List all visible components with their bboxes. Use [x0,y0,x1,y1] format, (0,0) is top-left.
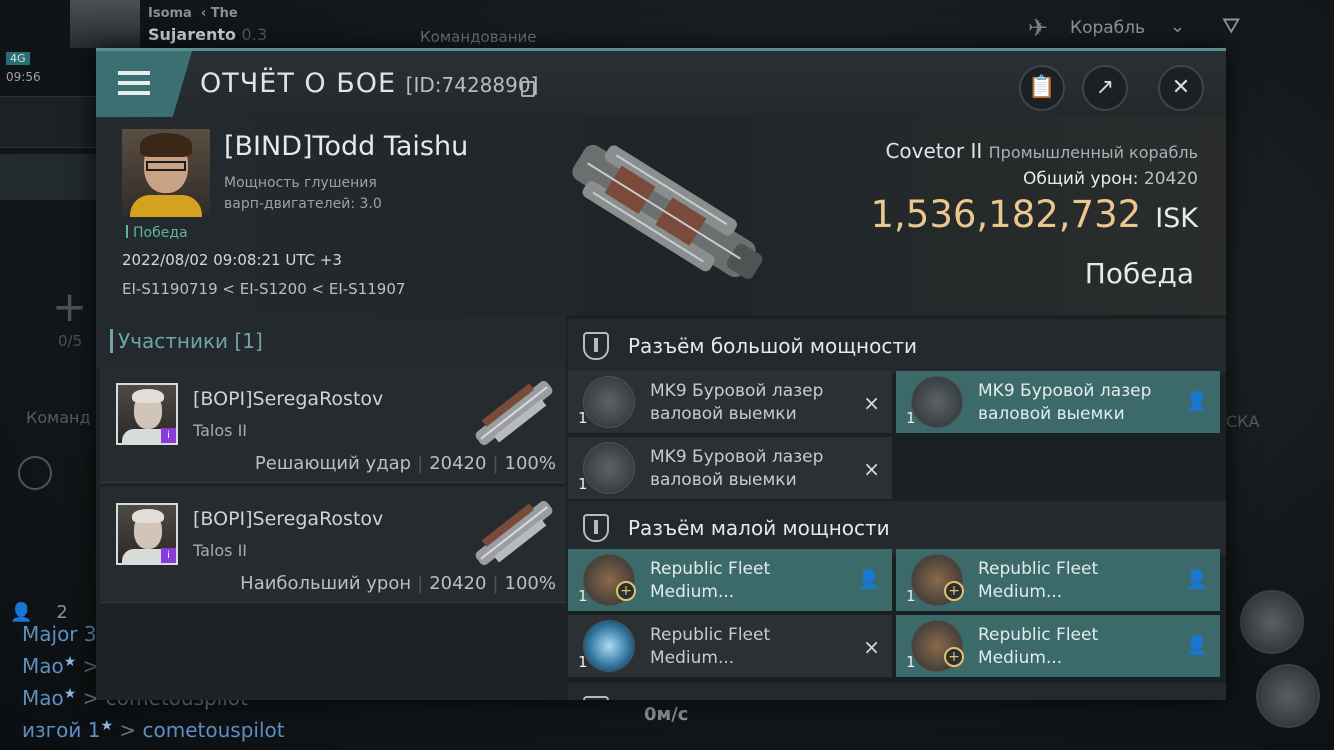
fittings-panel: Разъём большой мощности 1 MK9 Буровой ла… [568,315,1226,700]
module-icon: + [911,554,964,606]
module-slot[interactable]: + 1 Republic Fleet Medium... 👤 [896,549,1220,611]
mining-laser-icon [911,376,963,428]
dropped-icon: 👤 [1185,635,1208,656]
dropped-icon: 👤 [1185,569,1208,590]
chat-line: Mao★ > [22,654,100,678]
network-badge: 4G [6,52,30,65]
participant-avatar[interactable]: i [116,503,178,565]
chat-line: Major 3 [22,622,97,646]
clock: 09:56 [6,70,41,84]
dropped-icon: 👤 [1185,391,1208,412]
module-icon: + [911,620,964,672]
dialog-header: ОТЧЁТ О БОЕ [ID:7428890] 📋 ↗ ✕ [96,51,1226,117]
participant-row[interactable]: i [BOPI]SeregaRostov Talos II Решающий у… [100,367,566,483]
background-side-tabs [0,154,96,200]
victim-panel: [BIND]Todd Taishu Мощность глушения варп… [96,117,1226,315]
chat-line: изгой 1★ > cometouspilot [22,718,285,742]
chevron-down-icon[interactable]: ⌄ [1170,16,1185,37]
participant-ship: Talos II [193,421,248,440]
total-damage: Общий урон: 20420 [1023,169,1198,189]
participant-name: [BOPI]SeregaRostov [193,388,384,410]
destroyed-icon: × [863,391,880,415]
status-badge: Победа [126,225,188,241]
destroyed-icon: × [863,457,880,481]
module-button[interactable] [1240,590,1304,654]
add-icon[interactable]: + [52,282,87,331]
share-icon: ↗ [1095,75,1115,100]
clipboard-icon: 📋 [1028,75,1056,100]
dialog-title: ОТЧЁТ О БОЕ [ID:7428890] [200,68,539,99]
participant-name: [BOPI]SeregaRostov [193,508,384,530]
background-side-command: Команд [26,408,91,427]
battle-report-dialog: ОТЧЁТ О БОЕ [ID:7428890] 📋 ↗ ✕ [BIND]Tod… [96,48,1226,700]
module-icon: + [583,554,636,606]
close-icon: ✕ [1171,75,1191,100]
participant-stats: Наибольший урон | 20420 | 100% [240,573,556,594]
victim-avatar[interactable] [122,129,210,217]
module-icon [583,620,635,672]
background-pilot-name: Sujarento 0.3 [148,25,267,44]
background-ship-label[interactable]: Корабль [1070,18,1145,38]
destroyed-icon: × [863,635,880,659]
victim-ship-name[interactable]: Covetor II Промышленный корабль [885,139,1198,163]
background-pilot-name-top: Isoma ‹ The [148,6,238,21]
background-side-right: СКА [1226,412,1260,431]
mining-laser-icon [583,442,635,494]
mining-laser-icon [583,376,635,428]
module-button[interactable] [1256,664,1320,728]
copy-icon[interactable] [521,81,535,97]
background-portrait [70,0,140,48]
game-screen: Isoma ‹ The Sujarento 0.3 4G 09:56 Коман… [0,0,1334,750]
corp-badge-icon: i [161,428,176,443]
corp-badge-icon: i [161,548,176,563]
background-side-panel [0,96,96,148]
module-slot[interactable]: 1 MK9 Буровой лазер валовой выемки 👤 [896,371,1220,433]
battle-location: EI-S1190719 < EI-S1200 < EI-S11907 [122,280,406,298]
module-slot[interactable]: + 1 Republic Fleet Medium... 👤 [896,615,1220,677]
filter-icon[interactable]: ⛛ [1222,14,1240,39]
user-count: 👤 2 [10,602,68,623]
dropped-icon: 👤 [857,569,880,590]
ship-icon[interactable]: ✈ [1028,14,1048,42]
participants-header: Участники [1] [96,315,566,367]
participant-ship-image [475,501,553,565]
victim-ship-image [572,144,763,279]
target-icon[interactable] [18,456,52,490]
module-slot[interactable]: + 1 Republic Fleet Medium... 👤 [568,549,892,611]
background-command-label: Командование [420,28,537,46]
battle-datetime: 2022/08/02 09:08:21 UTC +3 [122,251,342,269]
victim-info: Мощность глушения варп-двигателей: 3.0 [224,175,382,212]
participant-avatar[interactable]: i [116,383,178,445]
low-slot-icon [583,514,609,542]
share-button[interactable]: ↗ [1082,65,1128,111]
next-slot-header [568,683,1226,700]
close-button[interactable]: ✕ [1158,65,1204,111]
participant-ship-image [475,381,553,445]
isk-value: 1,536,182,732 ISK [870,193,1198,236]
speed-readout: 0м/с [644,704,689,725]
victim-name[interactable]: [BIND]Todd Taishu [224,131,468,162]
participants-panel: Участники [1] i [BOPI]SeregaRostov Talos… [96,315,566,700]
high-slot-icon [583,332,609,360]
low-slot-header: Разъём малой мощности [568,501,1226,555]
battle-result: Победа [1084,257,1194,290]
background-side-count: 0/5 [58,332,83,350]
high-slot-header: Разъём большой мощности [568,319,1226,373]
menu-button[interactable] [96,51,192,117]
module-slot[interactable]: 1 Republic Fleet Medium... × [568,615,892,677]
participant-stats: Решающий удар | 20420 | 100% [254,453,556,474]
slot-icon [583,696,609,700]
module-slot[interactable]: 1 MK9 Буровой лазер валовой выемки × [568,437,892,499]
participant-row[interactable]: i [BOPI]SeregaRostov Talos II Наибольший… [100,487,566,603]
clipboard-button[interactable]: 📋 [1019,65,1065,111]
participant-ship: Talos II [193,541,248,560]
module-slot[interactable]: 1 MK9 Буровой лазер валовой выемки × [568,371,892,433]
